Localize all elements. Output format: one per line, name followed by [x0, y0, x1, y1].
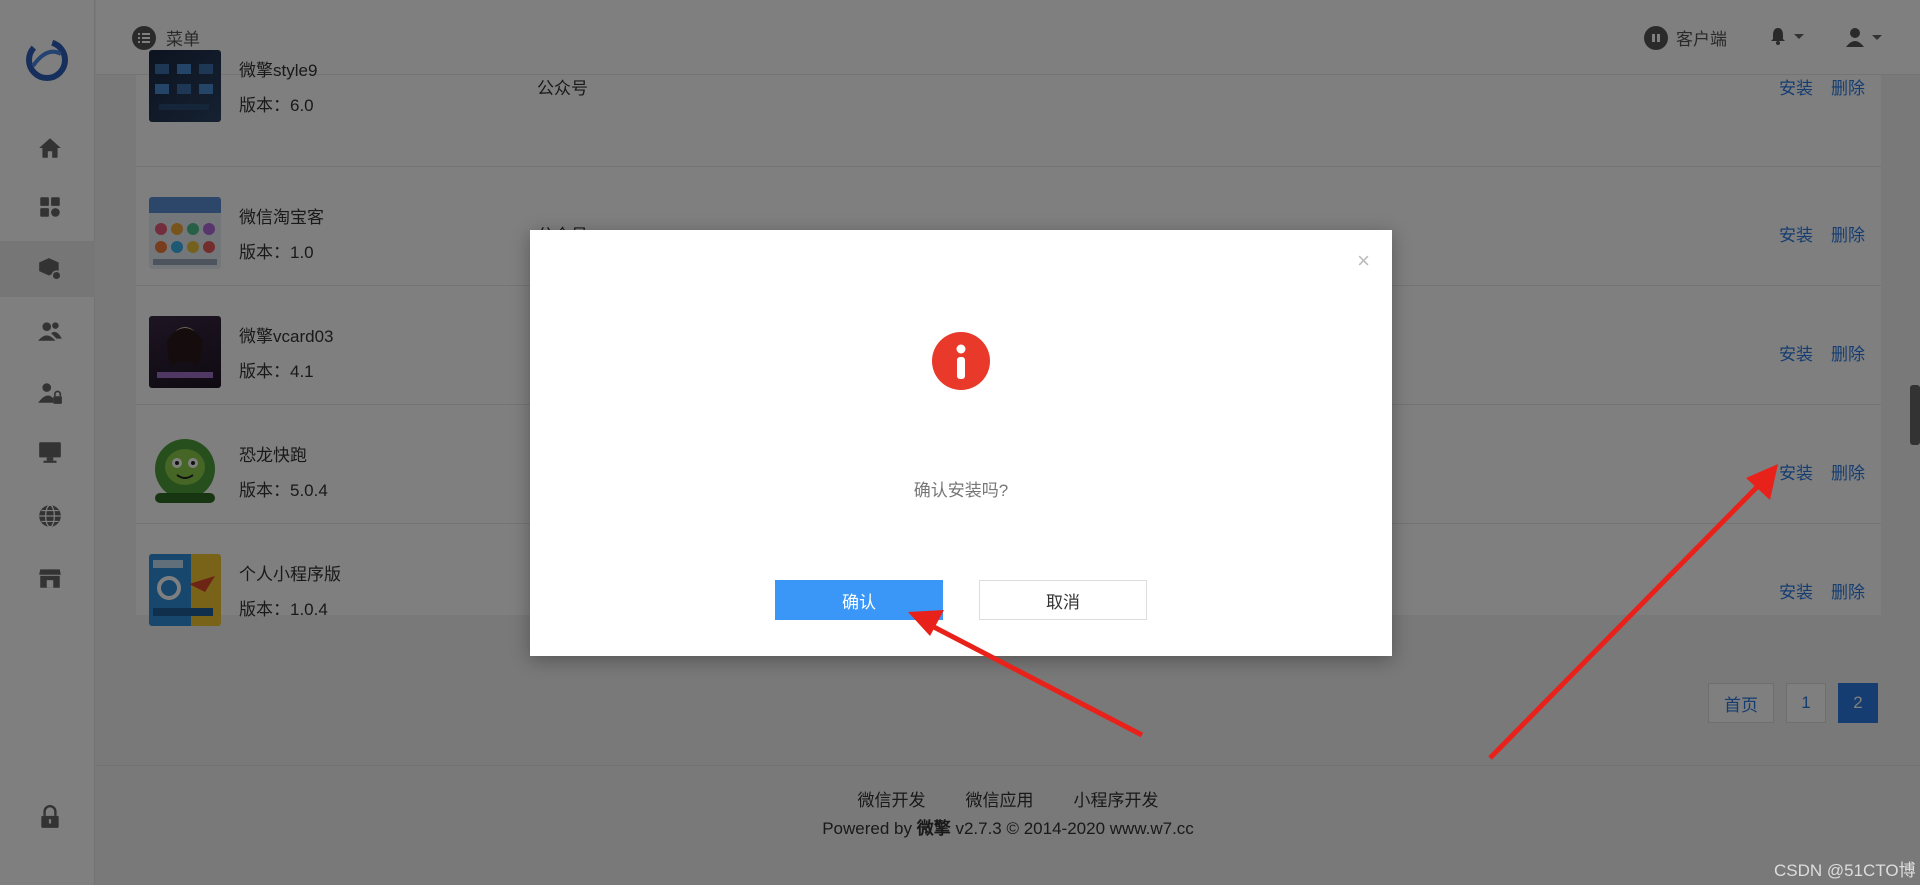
dialog-message: 确认安装吗?: [913, 481, 1009, 500]
confirm-dialog: × 确认安装吗? 确认 取消: [530, 230, 1392, 656]
watermark: CSDN @51CTO博客: [1774, 861, 1916, 880]
confirm-button[interactable]: 确认: [775, 580, 943, 620]
info-icon: [932, 332, 990, 390]
scroll-indicator[interactable]: [1910, 385, 1920, 445]
cancel-button[interactable]: 取消: [979, 580, 1147, 620]
close-icon[interactable]: ×: [1357, 248, 1370, 274]
